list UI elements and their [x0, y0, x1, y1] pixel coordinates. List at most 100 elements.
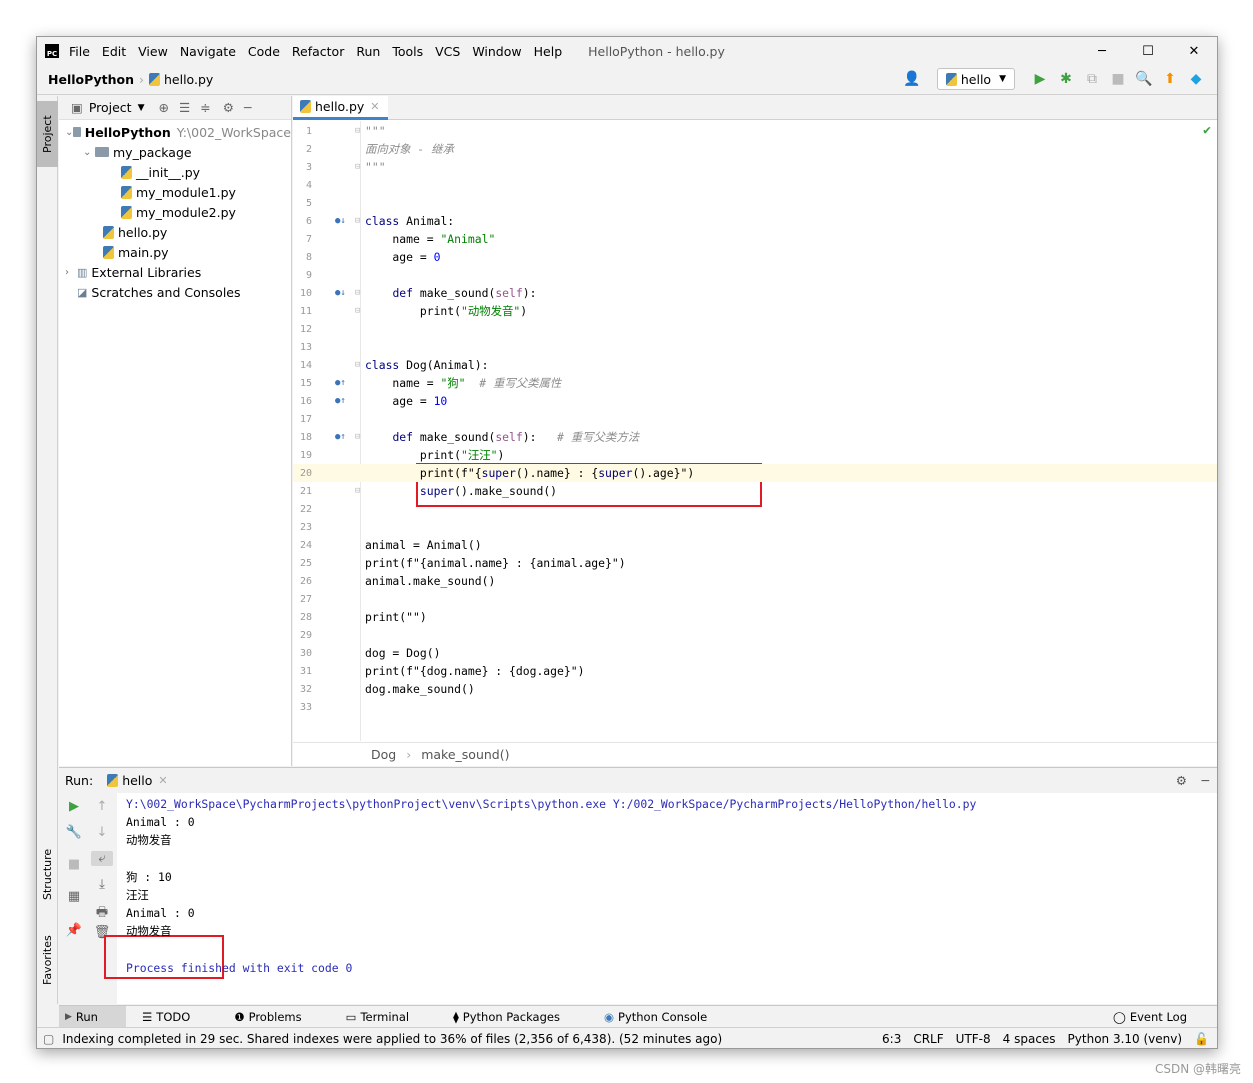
override-marker-icon[interactable]: ●↓	[335, 288, 346, 298]
bottom-tab-python-console[interactable]: ◉ Python Console	[604, 1010, 729, 1024]
run-icon[interactable]: ▶	[1027, 71, 1053, 87]
pin-icon[interactable]: 📌	[63, 923, 85, 938]
code-line[interactable]: 20 print(f"{super().name} : {super().age…	[293, 464, 1217, 482]
locate-file-icon[interactable]: ⊕	[159, 100, 169, 115]
code-line[interactable]: 14 ⊟ class Dog(Animal):	[293, 356, 1217, 374]
editor-tab-hello[interactable]: hello.py ✕	[293, 96, 388, 120]
code-line[interactable]: 7 name = "Animal"	[293, 230, 1217, 248]
close-tab-icon[interactable]: ✕	[370, 100, 379, 113]
code-line[interactable]: 27	[293, 590, 1217, 608]
code-line[interactable]: 11 ⊟ print("动物发音")	[293, 302, 1217, 320]
code-line[interactable]: 17	[293, 410, 1217, 428]
code-line[interactable]: 28 print("")	[293, 608, 1217, 626]
tree-item-file[interactable]: my_module1.py	[59, 182, 291, 202]
code-line[interactable]: 24 animal = Animal()	[293, 536, 1217, 554]
menu-view[interactable]: View	[138, 44, 168, 59]
code-line[interactable]: 26 animal.make_sound()	[293, 572, 1217, 590]
fold-icon[interactable]: ⊟	[355, 288, 360, 298]
override-marker-icon[interactable]: ●↑	[335, 396, 346, 406]
code-line[interactable]: 4	[293, 176, 1217, 194]
code-line[interactable]: 29	[293, 626, 1217, 644]
menu-navigate[interactable]: Navigate	[180, 44, 236, 59]
tree-item-file[interactable]: __init__.py	[59, 162, 291, 182]
user-account-icon[interactable]: 👤	[899, 71, 925, 87]
coverage-icon[interactable]: ⧉	[1079, 71, 1105, 87]
menu-help[interactable]: Help	[534, 44, 563, 59]
caret-position[interactable]: 6:3	[882, 1032, 901, 1046]
menu-edit[interactable]: Edit	[102, 44, 126, 59]
rerun-icon[interactable]: ▶	[63, 799, 85, 814]
breadcrumb-method[interactable]: make_sound()	[421, 747, 509, 762]
menu-tools[interactable]: Tools	[392, 44, 423, 59]
print-icon[interactable]: 🖶	[91, 903, 113, 925]
code-line[interactable]: 9	[293, 266, 1217, 284]
run-tab-hello[interactable]: hello	[122, 773, 152, 788]
code-line[interactable]: 32 dog.make_sound()	[293, 680, 1217, 698]
fold-icon[interactable]: ⊟	[355, 216, 360, 226]
run-console-output[interactable]: Y:\002_WorkSpace\PycharmProjects\pythonP…	[104, 793, 1217, 1004]
code-line[interactable]: 23	[293, 518, 1217, 536]
bottom-tab-todo[interactable]: ☰ TODO	[142, 1010, 212, 1024]
status-toggle-icon[interactable]: ▢	[43, 1032, 54, 1046]
code-line[interactable]: 33	[293, 698, 1217, 716]
run-config-select[interactable]: hello ▼	[936, 68, 1015, 90]
code-line[interactable]: 22	[293, 500, 1217, 518]
chevron-down-icon[interactable]: ▼	[138, 103, 145, 113]
jetbrains-icon[interactable]: ◆	[1183, 71, 1209, 87]
bottom-tab-problems[interactable]: ❶ Problems	[234, 1010, 323, 1024]
hide-panel-icon[interactable]: ─	[1201, 773, 1209, 788]
tree-item-root[interactable]: ⌄ HelloPython Y:\002_WorkSpace	[59, 122, 291, 142]
scroll-up-icon[interactable]: ↑	[91, 799, 113, 814]
layout-icon[interactable]: ▦	[63, 889, 85, 904]
override-marker-icon[interactable]: ●↓	[335, 216, 346, 226]
stop-icon[interactable]: ■	[1105, 71, 1131, 87]
code-line[interactable]: 25 print(f"{animal.name} : {animal.age}")	[293, 554, 1217, 572]
update-icon[interactable]: ⬆	[1157, 71, 1183, 87]
close-icon[interactable]: ✕	[1171, 37, 1217, 65]
tree-item-scratches[interactable]: ◪ Scratches and Consoles	[59, 282, 291, 302]
fold-icon[interactable]: ⊟	[355, 306, 360, 316]
bottom-tab-python-packages[interactable]: ⧫ Python Packages	[453, 1010, 582, 1024]
minimize-icon[interactable]: ─	[1079, 37, 1125, 65]
menu-refactor[interactable]: Refactor	[292, 44, 344, 59]
close-tab-icon[interactable]: ✕	[158, 774, 167, 787]
scroll-to-end-icon[interactable]: ⤓	[91, 877, 113, 892]
bottom-tab-run[interactable]: ▶ Run	[59, 1005, 126, 1028]
chevron-down-icon[interactable]: ⌄	[83, 147, 95, 158]
code-line[interactable]: 5	[293, 194, 1217, 212]
breadcrumb-class[interactable]: Dog	[371, 747, 396, 762]
code-line[interactable]: 16 ●↑ age = 10	[293, 392, 1217, 410]
menu-file[interactable]: File	[69, 44, 90, 59]
override-marker-icon[interactable]: ●↑	[335, 378, 346, 388]
menu-window[interactable]: Window	[472, 44, 521, 59]
menu-code[interactable]: Code	[248, 44, 280, 59]
soft-wrap-icon[interactable]: ⤶	[91, 851, 113, 866]
fold-icon[interactable]: ⊟	[355, 360, 360, 370]
fold-icon[interactable]: ⊟	[355, 486, 360, 496]
bottom-tab-terminal[interactable]: ▭ Terminal	[346, 1010, 431, 1024]
menu-vcs[interactable]: VCS	[435, 44, 460, 59]
fold-icon[interactable]: ⊟	[355, 162, 360, 172]
chevron-right-icon[interactable]: ›	[65, 267, 77, 278]
project-view-select[interactable]: Project	[89, 100, 132, 115]
lock-icon[interactable]: 🔓	[1194, 1032, 1209, 1046]
project-tool-tab[interactable]: Project	[37, 101, 58, 167]
hide-panel-icon[interactable]: ─	[244, 100, 252, 115]
file-encoding[interactable]: UTF-8	[956, 1032, 991, 1046]
fold-icon[interactable]: ⊟	[355, 126, 360, 136]
tree-item-file[interactable]: hello.py	[59, 222, 291, 242]
wrench-icon[interactable]: 🔧	[63, 825, 85, 840]
maximize-icon[interactable]: ☐	[1125, 37, 1171, 65]
code-line[interactable]: 18 ●↑ ⊟ def make_sound(self): # 重写父类方法	[293, 428, 1217, 446]
code-line[interactable]: 21 ⊟ super().make_sound()	[293, 482, 1217, 500]
indent-setting[interactable]: 4 spaces	[1003, 1032, 1056, 1046]
tree-item-file[interactable]: my_module2.py	[59, 202, 291, 222]
code-line[interactable]: 6 ●↓ ⊟ class Animal:	[293, 212, 1217, 230]
scroll-down-icon[interactable]: ↓	[91, 825, 113, 840]
line-separator[interactable]: CRLF	[913, 1032, 943, 1046]
code-line[interactable]: 30 dog = Dog()	[293, 644, 1217, 662]
settings-gear-icon[interactable]: ⚙	[1176, 773, 1187, 788]
breadcrumb-project[interactable]: HelloPython	[48, 72, 134, 87]
tree-item-folder[interactable]: ⌄ my_package	[59, 142, 291, 162]
debug-icon[interactable]: ✱	[1053, 71, 1079, 87]
